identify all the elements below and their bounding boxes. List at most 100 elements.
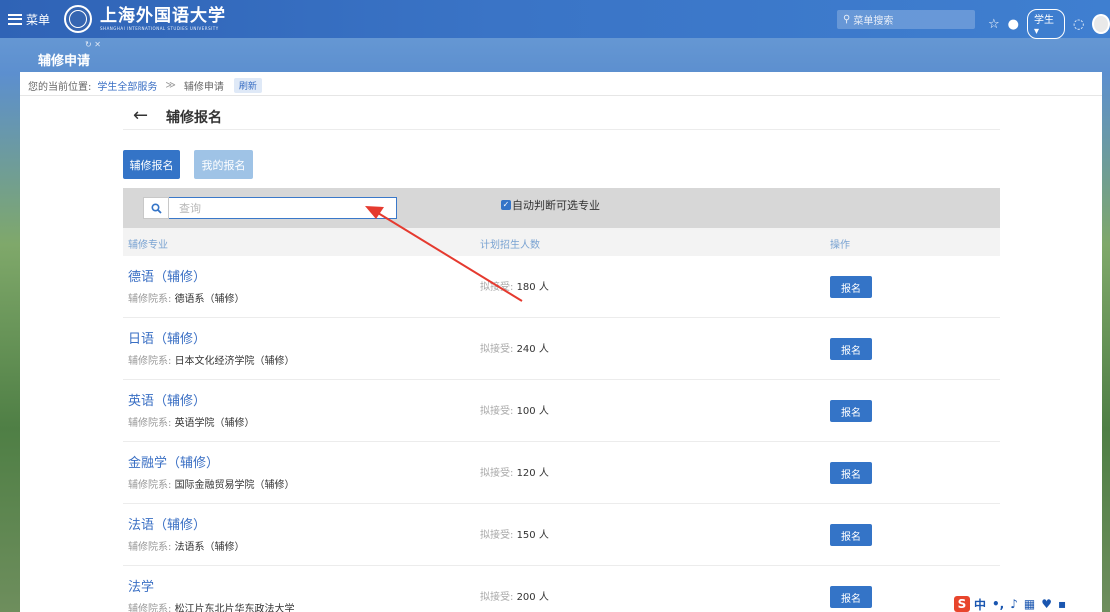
dept-prefix: 辅修院系: — [128, 294, 172, 305]
plan-count: 拟接受: 150 人 — [480, 526, 549, 541]
plan-value: 180 人 — [516, 282, 549, 293]
page-tab-title[interactable]: 辅修申请 — [38, 50, 90, 69]
breadcrumb: 您的当前位置: 学生全部服务 ≫ 辅修申请 刷新 — [28, 78, 262, 93]
plan-count: 拟接受: 240 人 — [480, 340, 549, 355]
menu-search-placeholder: 菜单搜索 — [853, 16, 894, 27]
column-header-action: 操作 — [830, 240, 850, 251]
dept-value: 松江片东北片华东政法大学 — [174, 604, 295, 612]
plan-count: 拟接受: 100 人 — [480, 402, 549, 417]
plan-count: 拟接受: 200 人 — [480, 588, 549, 603]
minor-department: 辅修院系: 松江片东北片华东政法大学 — [128, 600, 295, 612]
plan-count: 拟接受: 180 人 — [480, 278, 549, 293]
minor-major-name[interactable]: 法学 — [128, 576, 154, 595]
avatar[interactable] — [1092, 14, 1110, 34]
bell-icon[interactable]: ◌ — [1073, 17, 1084, 32]
breadcrumb-prefix: 您的当前位置: — [28, 82, 92, 93]
tab-minor-apply[interactable]: 辅修报名 — [123, 150, 180, 179]
plan-value: 240 人 — [516, 344, 549, 355]
search-group — [143, 197, 397, 219]
apply-button[interactable]: 报名 — [830, 338, 872, 360]
back-arrow-icon[interactable]: ← — [133, 105, 148, 126]
table-row: 法语（辅修） 辅修院系: 法语系（辅修） 拟接受: 150 人 报名 — [123, 504, 1000, 566]
dept-value: 法语系（辅修） — [174, 542, 245, 553]
plan-prefix: 拟接受: — [480, 406, 514, 417]
ime-logo-icon[interactable]: S — [954, 596, 970, 612]
column-header-plan: 计划招生人数 — [480, 240, 540, 251]
table-row: 日语（辅修） 辅修院系: 日本文化经济学院（辅修） 拟接受: 240 人 报名 — [123, 318, 1000, 380]
tab-my-applications[interactable]: 我的报名 — [194, 150, 253, 179]
skin-icon[interactable]: ♥ — [1041, 597, 1052, 611]
refresh-button[interactable]: 刷新 — [233, 78, 262, 93]
dept-prefix: 辅修院系: — [128, 480, 172, 491]
search-button[interactable] — [143, 197, 169, 219]
search-input[interactable] — [169, 197, 397, 219]
menu-search-input[interactable]: ⚲ 菜单搜索 — [837, 10, 975, 29]
plan-count: 拟接受: 120 人 — [480, 464, 549, 479]
minor-major-name[interactable]: 德语（辅修） — [128, 266, 206, 285]
minor-department: 辅修院系: 国际金融贸易学院（辅修） — [128, 476, 295, 491]
minor-major-name[interactable]: 日语（辅修） — [128, 328, 206, 347]
dept-prefix: 辅修院系: — [128, 356, 172, 367]
minor-department: 辅修院系: 英语学院（辅修） — [128, 414, 255, 429]
logo-chinese: 上海外国语大学 — [100, 5, 227, 26]
table-row: 法学辅修院系: 松江片东北片华东政法大学 拟接受: 200 人 报名 — [123, 566, 1000, 612]
apply-button[interactable]: 报名 — [830, 586, 872, 608]
dept-value: 德语系（辅修） — [174, 294, 245, 305]
ime-mode-indicator[interactable]: 中 — [974, 596, 986, 612]
checkbox-checked-icon: ✓ — [501, 200, 511, 210]
star-icon[interactable]: ☆ — [988, 17, 1000, 32]
apply-button[interactable]: 报名 — [830, 400, 872, 422]
auto-detect-label: 自动判断可选专业 — [512, 199, 600, 212]
apply-button[interactable]: 报名 — [830, 462, 872, 484]
role-label: 学生 — [1034, 15, 1054, 26]
divider — [20, 95, 1102, 96]
keyboard-icon[interactable]: ▦ — [1024, 597, 1035, 611]
content-panel: 您的当前位置: 学生全部服务 ≫ 辅修申请 刷新 ← 辅修报名 辅修报名 我的报… — [20, 72, 1102, 612]
dept-value: 国际金融贸易学院（辅修） — [174, 480, 295, 491]
minor-major-name[interactable]: 金融学（辅修） — [128, 452, 219, 471]
role-switcher[interactable]: 学生 ▾ — [1027, 9, 1066, 39]
breadcrumb-separator: ≫ — [165, 80, 176, 91]
university-seal-icon — [64, 5, 93, 33]
university-logo[interactable]: 上海外国语大学 SHANGHAI INTERNATIONAL STUDIES U… — [100, 5, 227, 31]
apply-button[interactable]: 报名 — [830, 276, 872, 298]
plan-prefix: 拟接受: — [480, 468, 514, 479]
page-tab-strip: ↻ ✕ 辅修申请 — [0, 38, 1110, 72]
minor-major-name[interactable]: 英语（辅修） — [128, 390, 206, 409]
table-row: 英语（辅修） 辅修院系: 英语学院（辅修） 拟接受: 100 人 报名 — [123, 380, 1000, 442]
plan-prefix: 拟接受: — [480, 282, 514, 293]
search-icon — [150, 202, 162, 214]
dept-value: 英语学院（辅修） — [174, 418, 255, 429]
toolbox-icon[interactable]: ▪ — [1058, 597, 1066, 611]
dept-prefix: 辅修院系: — [128, 418, 172, 429]
column-header-major: 辅修专业 — [128, 240, 168, 251]
minor-department: 辅修院系: 德语系（辅修） — [128, 290, 245, 305]
table-row: 金融学（辅修） 辅修院系: 国际金融贸易学院（辅修） 拟接受: 120 人 报名 — [123, 442, 1000, 504]
help-icon[interactable]: ● — [1008, 17, 1019, 32]
hamburger-icon — [8, 13, 22, 25]
plan-value: 150 人 — [516, 530, 549, 541]
apply-button[interactable]: 报名 — [830, 524, 872, 546]
plan-value: 120 人 — [516, 468, 549, 479]
table-header: 辅修专业 计划招生人数 操作 — [123, 228, 1000, 256]
top-bar: 菜单 上海外国语大学 SHANGHAI INTERNATIONAL STUDIE… — [0, 0, 1110, 39]
auto-detect-checkbox[interactable]: ✓ 自动判断可选专业 — [501, 197, 600, 213]
dept-value: 日本文化经济学院（辅修） — [174, 356, 295, 367]
ime-punctuation-icon[interactable]: •, — [992, 597, 1004, 611]
tab-refresh-close-icon[interactable]: ↻ ✕ — [85, 40, 101, 49]
dept-prefix: 辅修院系: — [128, 604, 172, 612]
breadcrumb-item-all-services[interactable]: 学生全部服务 — [97, 78, 157, 93]
plan-prefix: 拟接受: — [480, 530, 514, 541]
top-actions: ☆ ● 学生 ▾ ◌ — [988, 9, 1110, 39]
ime-toolbar: S 中 •, ♪ ▦ ♥ ▪ — [954, 596, 1072, 612]
divider — [123, 129, 1000, 130]
dept-prefix: 辅修院系: — [128, 542, 172, 553]
breadcrumb-item-current: 辅修申请 — [183, 82, 224, 93]
microphone-icon[interactable]: ♪ — [1010, 597, 1018, 611]
minor-major-name[interactable]: 法语（辅修） — [128, 514, 206, 533]
table-row: 德语（辅修） 辅修院系: 德语系（辅修） 拟接受: 180 人 报名 — [123, 256, 1000, 318]
menu-button[interactable]: 菜单 — [8, 11, 50, 28]
page-title: 辅修报名 — [166, 110, 222, 126]
plan-prefix: 拟接受: — [480, 592, 514, 603]
logo-english: SHANGHAI INTERNATIONAL STUDIES UNIVERSIT… — [100, 25, 219, 31]
